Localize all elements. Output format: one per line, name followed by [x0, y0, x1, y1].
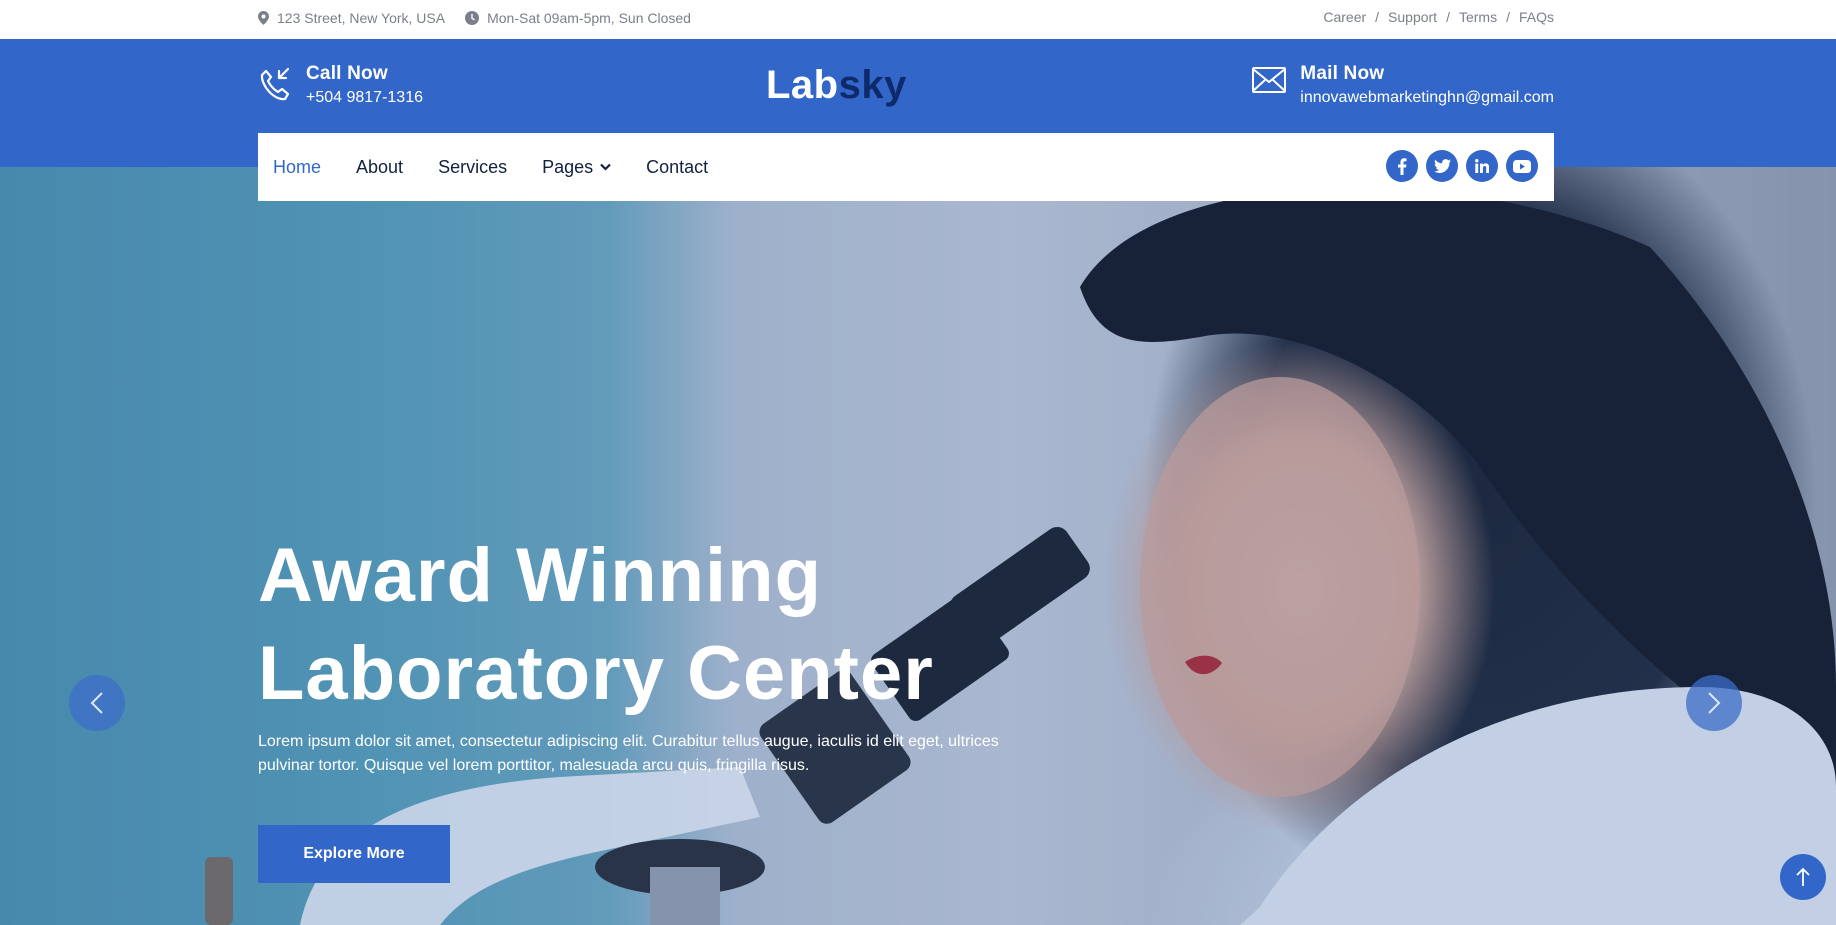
call-title: Call Now — [306, 63, 388, 84]
mail-now[interactable]: Mail Now innovawebmarketinghn@gmail.com — [1252, 63, 1554, 107]
chevron-down-icon — [600, 163, 611, 171]
top-links: Career / Support / Terms / FAQs — [1323, 9, 1554, 25]
linkedin-icon[interactable] — [1466, 150, 1498, 182]
email-address[interactable]: innovawebmarketinghn@gmail.com — [1300, 89, 1554, 107]
hero-title-line2: Laboratory Center — [258, 631, 934, 716]
chevron-left-icon — [90, 692, 103, 714]
nav-item-services[interactable]: Services — [438, 157, 507, 178]
nav-item-about[interactable]: About — [356, 157, 403, 178]
address-text: 123 Street, New York, USA — [277, 10, 446, 26]
logo-part-lab: Lab — [766, 63, 839, 107]
nav-label: Contact — [646, 156, 709, 177]
address-info: 123 Street, New York, USA — [258, 10, 445, 26]
clock-icon — [465, 11, 480, 25]
career-link[interactable]: Career — [1323, 9, 1366, 25]
logo[interactable]: Labsky — [766, 63, 907, 108]
arrow-up-icon — [1796, 867, 1810, 886]
nav-item-contact[interactable]: Contact — [646, 157, 708, 178]
separator: / — [1446, 9, 1450, 25]
hero-title-line1: Award Winning — [258, 533, 822, 618]
phone-incoming-icon — [258, 67, 292, 108]
nav-label: Pages — [542, 156, 594, 177]
back-to-top-button[interactable] — [1780, 854, 1826, 900]
separator: / — [1506, 9, 1510, 25]
facebook-icon[interactable] — [1386, 150, 1418, 182]
faqs-link[interactable]: FAQs — [1519, 9, 1554, 25]
hero-description: Lorem ipsum dolor sit amet, consectetur … — [258, 733, 999, 774]
envelope-icon — [1252, 67, 1287, 98]
main-nav: Home About Services Pages Contact — [258, 133, 1554, 201]
hero-carousel: Award Winning Laboratory Center Lorem ip… — [0, 167, 1836, 925]
call-now[interactable]: Call Now +504 9817-1316 — [258, 63, 423, 108]
nav-label: About — [356, 156, 404, 177]
mail-title: Mail Now — [1300, 63, 1385, 84]
top-bar: 123 Street, New York, USA Mon-Sat 09am-5… — [0, 0, 1836, 39]
nav-item-pages[interactable]: Pages — [542, 157, 611, 178]
separator: / — [1375, 9, 1380, 25]
carousel-prev-button[interactable] — [69, 675, 125, 731]
chevron-right-icon — [1708, 692, 1721, 714]
support-link[interactable]: Support — [1388, 9, 1437, 25]
explore-more-button[interactable]: Explore More — [258, 825, 450, 883]
phone-number[interactable]: +504 9817-1316 — [306, 89, 423, 107]
nav-label: Services — [438, 156, 508, 177]
hero-title: Award Winning Laboratory Center — [258, 527, 1158, 723]
hours-text: Mon-Sat 09am-5pm, Sun Closed — [487, 10, 691, 26]
youtube-icon[interactable] — [1506, 150, 1538, 182]
carousel-next-button[interactable] — [1686, 675, 1742, 731]
hours-info: Mon-Sat 09am-5pm, Sun Closed — [465, 10, 691, 26]
map-pin-icon — [258, 11, 269, 25]
terms-link[interactable]: Terms — [1459, 9, 1497, 25]
nav-item-home[interactable]: Home — [273, 157, 321, 178]
nav-label: Home — [273, 156, 322, 177]
logo-part-sky: sky — [838, 63, 907, 107]
twitter-icon[interactable] — [1426, 150, 1458, 182]
social-links — [1378, 150, 1538, 182]
